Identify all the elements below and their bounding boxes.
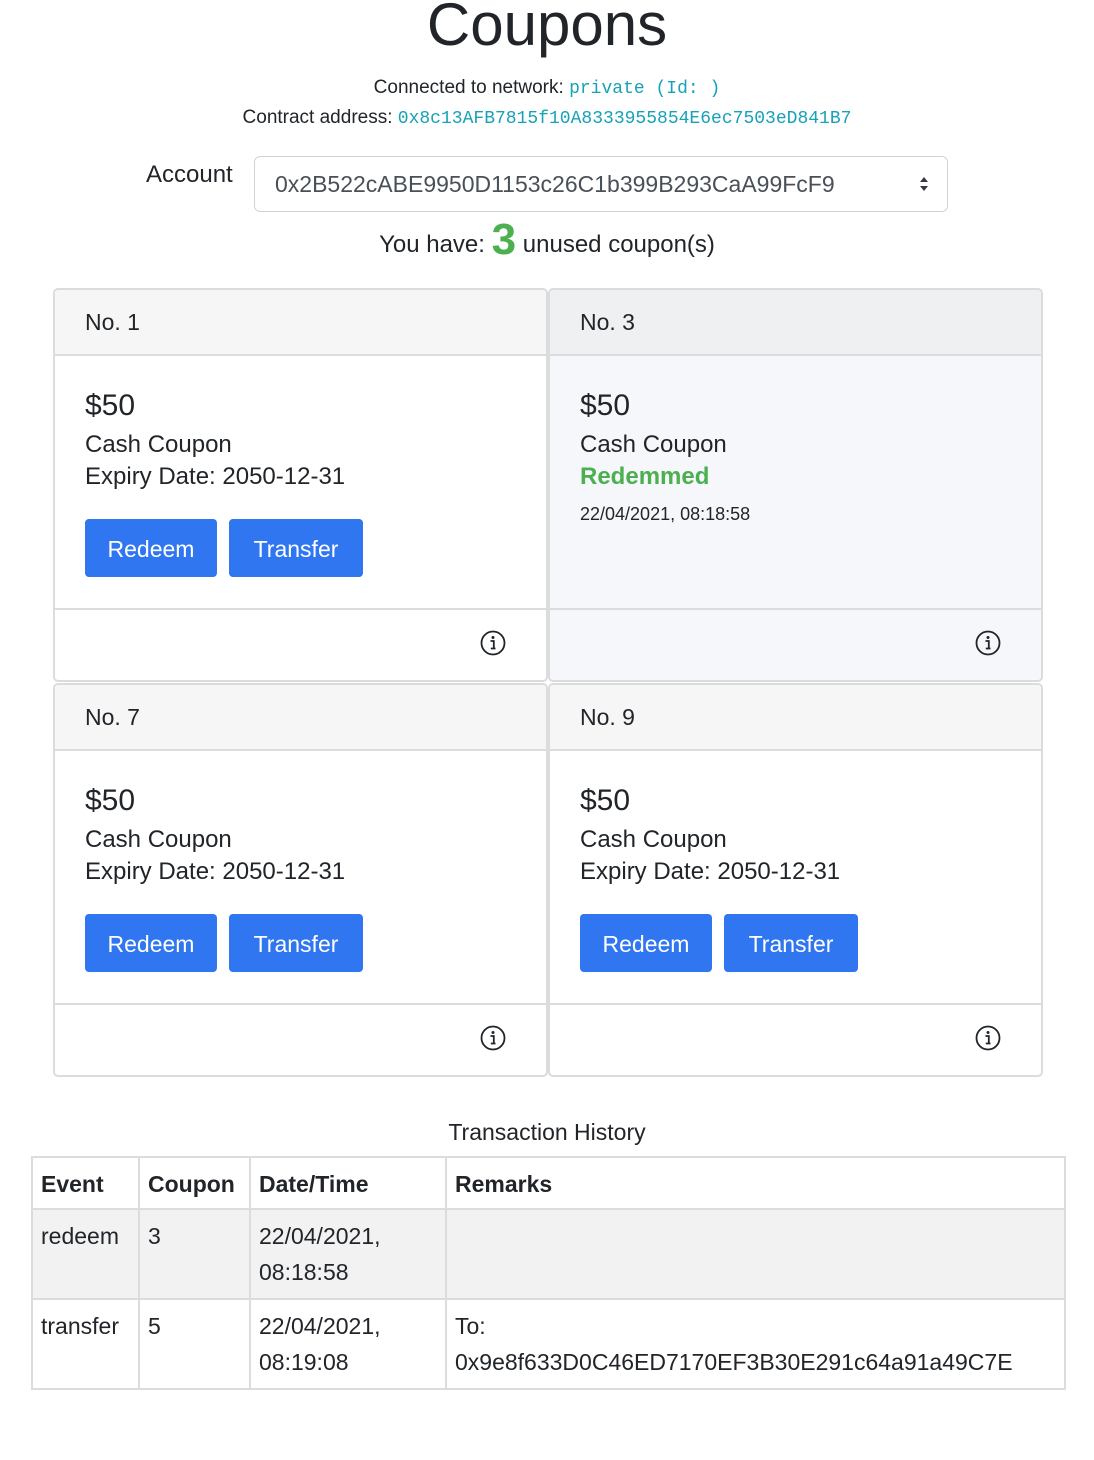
cell-coupon: 5 xyxy=(138,1298,251,1390)
table-header-row: Event Coupon Date/Time Remarks xyxy=(31,1156,1066,1210)
remarks-line: To: xyxy=(455,1313,486,1339)
cell-datetime: 22/04/2021, 08:19:08 xyxy=(249,1298,447,1390)
history-title: Transaction History xyxy=(448,1119,646,1145)
summary-suffix: unused coupon(s) xyxy=(522,231,715,258)
contract-info: Contract address: 0x8c13AFB7815f10A83339… xyxy=(0,106,1094,131)
network-value: private (Id: ) xyxy=(569,79,721,99)
redeemed-status: Redemmed xyxy=(580,463,710,490)
cell-event: redeem xyxy=(31,1208,140,1300)
coupon-card: No. 9 $50 Cash Coupon Expiry Date: 2050-… xyxy=(548,683,1043,1077)
coupon-expiry: Expiry Date: 2050-12-31 xyxy=(85,463,346,490)
cell-remarks xyxy=(445,1208,1066,1300)
coupon-amount: $50 xyxy=(580,784,631,817)
cell-time: 08:18:58 xyxy=(259,1259,349,1285)
info-circle-icon[interactable] xyxy=(480,630,506,656)
redeemed-timestamp: 22/04/2021, 08:18:58 xyxy=(580,504,751,524)
coupon-footer xyxy=(55,610,546,680)
coupon-footer xyxy=(55,1005,546,1075)
account-label: Account xyxy=(146,161,233,188)
column-header-coupon: Coupon xyxy=(138,1156,251,1210)
column-header-datetime: Date/Time xyxy=(249,1156,447,1210)
coupon-footer xyxy=(550,610,1041,680)
contract-address: 0x8c13AFB7815f10A8333955854E6ec7503eD841… xyxy=(397,109,852,129)
coupon-body: $50 Cash Coupon Expiry Date: 2050-12-31 … xyxy=(55,751,546,1005)
cell-time: 08:19:08 xyxy=(259,1349,349,1375)
transfer-button[interactable]: Transfer xyxy=(724,914,858,972)
cell-remarks: To: 0x9e8f633D0C46ED7170EF3B30E291c64a91… xyxy=(445,1298,1066,1390)
coupon-amount: $50 xyxy=(85,784,136,817)
coupon-type: Cash Coupon xyxy=(580,431,727,458)
coupon-type: Cash Coupon xyxy=(85,826,232,853)
coupon-body: $50 Cash Coupon Redemmed 22/04/2021, 08:… xyxy=(550,356,1041,610)
account-select[interactable]: 0x2B522cABE9950D1153c26C1b399B293CaA99Fc… xyxy=(254,156,948,212)
transfer-button[interactable]: Transfer xyxy=(229,519,363,577)
cell-date: 22/04/2021, xyxy=(259,1313,381,1339)
redeem-button[interactable]: Redeem xyxy=(85,914,217,972)
coupon-amount: $50 xyxy=(85,389,136,422)
coupon-number: No. 3 xyxy=(550,290,1041,356)
info-circle-icon[interactable] xyxy=(480,1025,506,1051)
cell-event: transfer xyxy=(31,1298,140,1390)
coupon-expiry: Expiry Date: 2050-12-31 xyxy=(580,858,841,885)
contract-label: Contract address: xyxy=(242,107,393,128)
coupon-card: No. 1 $50 Cash Coupon Expiry Date: 2050-… xyxy=(53,288,548,682)
sort-arrows-icon xyxy=(920,177,928,191)
table-row: redeem 3 22/04/2021, 08:18:58 xyxy=(31,1208,1066,1300)
coupon-expiry: Expiry Date: 2050-12-31 xyxy=(85,858,346,885)
table-row: transfer 5 22/04/2021, 08:19:08 To: 0x9e… xyxy=(31,1298,1066,1390)
info-circle-icon[interactable] xyxy=(975,630,1001,656)
unused-coupon-summary: You have: 3 unused coupon(s) xyxy=(0,216,1094,269)
redeem-button[interactable]: Redeem xyxy=(580,914,712,972)
coupon-number: No. 1 xyxy=(55,290,546,356)
coupon-card: No. 7 $50 Cash Coupon Expiry Date: 2050-… xyxy=(53,683,548,1077)
coupon-card-redeemed: No. 3 $50 Cash Coupon Redemmed 22/04/202… xyxy=(548,288,1043,682)
network-info: Connected to network: private (Id: ) xyxy=(0,76,1094,101)
account-selected-value: 0x2B522cABE9950D1153c26C1b399B293CaA99Fc… xyxy=(275,171,835,197)
coupons-page: Coupons Connected to network: private (I… xyxy=(0,0,1094,1460)
column-header-remarks: Remarks xyxy=(445,1156,1066,1210)
cell-date: 22/04/2021, xyxy=(259,1223,381,1249)
cell-coupon: 3 xyxy=(138,1208,251,1300)
info-circle-icon[interactable] xyxy=(975,1025,1001,1051)
coupon-body: $50 Cash Coupon Expiry Date: 2050-12-31 … xyxy=(550,751,1041,1005)
network-label: Connected to network: xyxy=(373,77,564,98)
coupon-type: Cash Coupon xyxy=(85,431,232,458)
column-header-event: Event xyxy=(31,1156,140,1210)
coupon-type: Cash Coupon xyxy=(580,826,727,853)
coupon-amount: $50 xyxy=(580,389,631,422)
coupon-number: No. 9 xyxy=(550,685,1041,751)
transaction-history-table: Event Coupon Date/Time Remarks redeem 3 … xyxy=(31,1156,1066,1390)
unused-count: 3 xyxy=(491,215,517,264)
summary-prefix: You have: xyxy=(379,231,485,258)
page-title: Coupons xyxy=(426,0,668,58)
coupon-body: $50 Cash Coupon Expiry Date: 2050-12-31 … xyxy=(55,356,546,610)
coupon-footer xyxy=(550,1005,1041,1075)
redeem-button[interactable]: Redeem xyxy=(85,519,217,577)
coupon-number: No. 7 xyxy=(55,685,546,751)
remarks-address: 0x9e8f633D0C46ED7170EF3B30E291c64a91a49C… xyxy=(455,1349,1013,1375)
transfer-button[interactable]: Transfer xyxy=(229,914,363,972)
cell-datetime: 22/04/2021, 08:18:58 xyxy=(249,1208,447,1300)
